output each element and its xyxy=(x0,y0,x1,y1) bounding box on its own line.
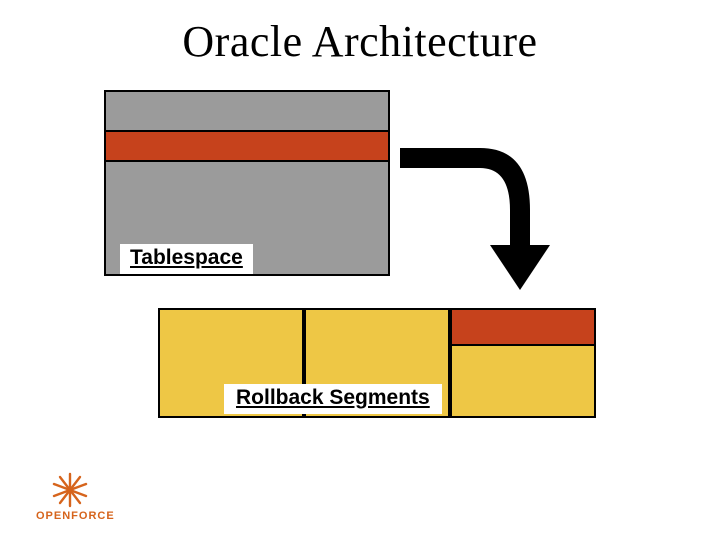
logo-text: OPENFORCE xyxy=(36,510,115,522)
tablespace-label: Tablespace xyxy=(120,244,253,274)
rollback-label: Rollback Segments xyxy=(224,384,442,414)
slide-title: Oracle Architecture xyxy=(0,16,720,67)
openforce-logo: OPENFORCE xyxy=(36,468,138,526)
tablespace-red-bar xyxy=(106,130,388,162)
segment-red-bar xyxy=(452,310,594,346)
arrow-icon xyxy=(380,110,600,310)
starburst-icon xyxy=(52,472,88,508)
